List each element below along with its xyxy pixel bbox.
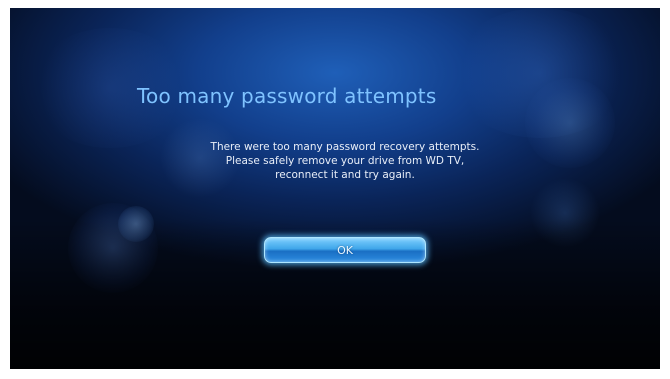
- ok-button[interactable]: OK: [264, 237, 426, 263]
- screen: Too many password attempts There were to…: [10, 8, 660, 369]
- dialog-title: Too many password attempts: [137, 84, 437, 108]
- bokeh-light: [450, 8, 630, 138]
- dialog-message: There were too many password recovery at…: [95, 140, 595, 182]
- message-line: There were too many password recovery at…: [210, 141, 480, 153]
- message-line: reconnect it and try again.: [275, 169, 415, 181]
- ok-button-label: OK: [337, 243, 353, 257]
- message-line: Please safely remove your drive from WD …: [225, 155, 465, 167]
